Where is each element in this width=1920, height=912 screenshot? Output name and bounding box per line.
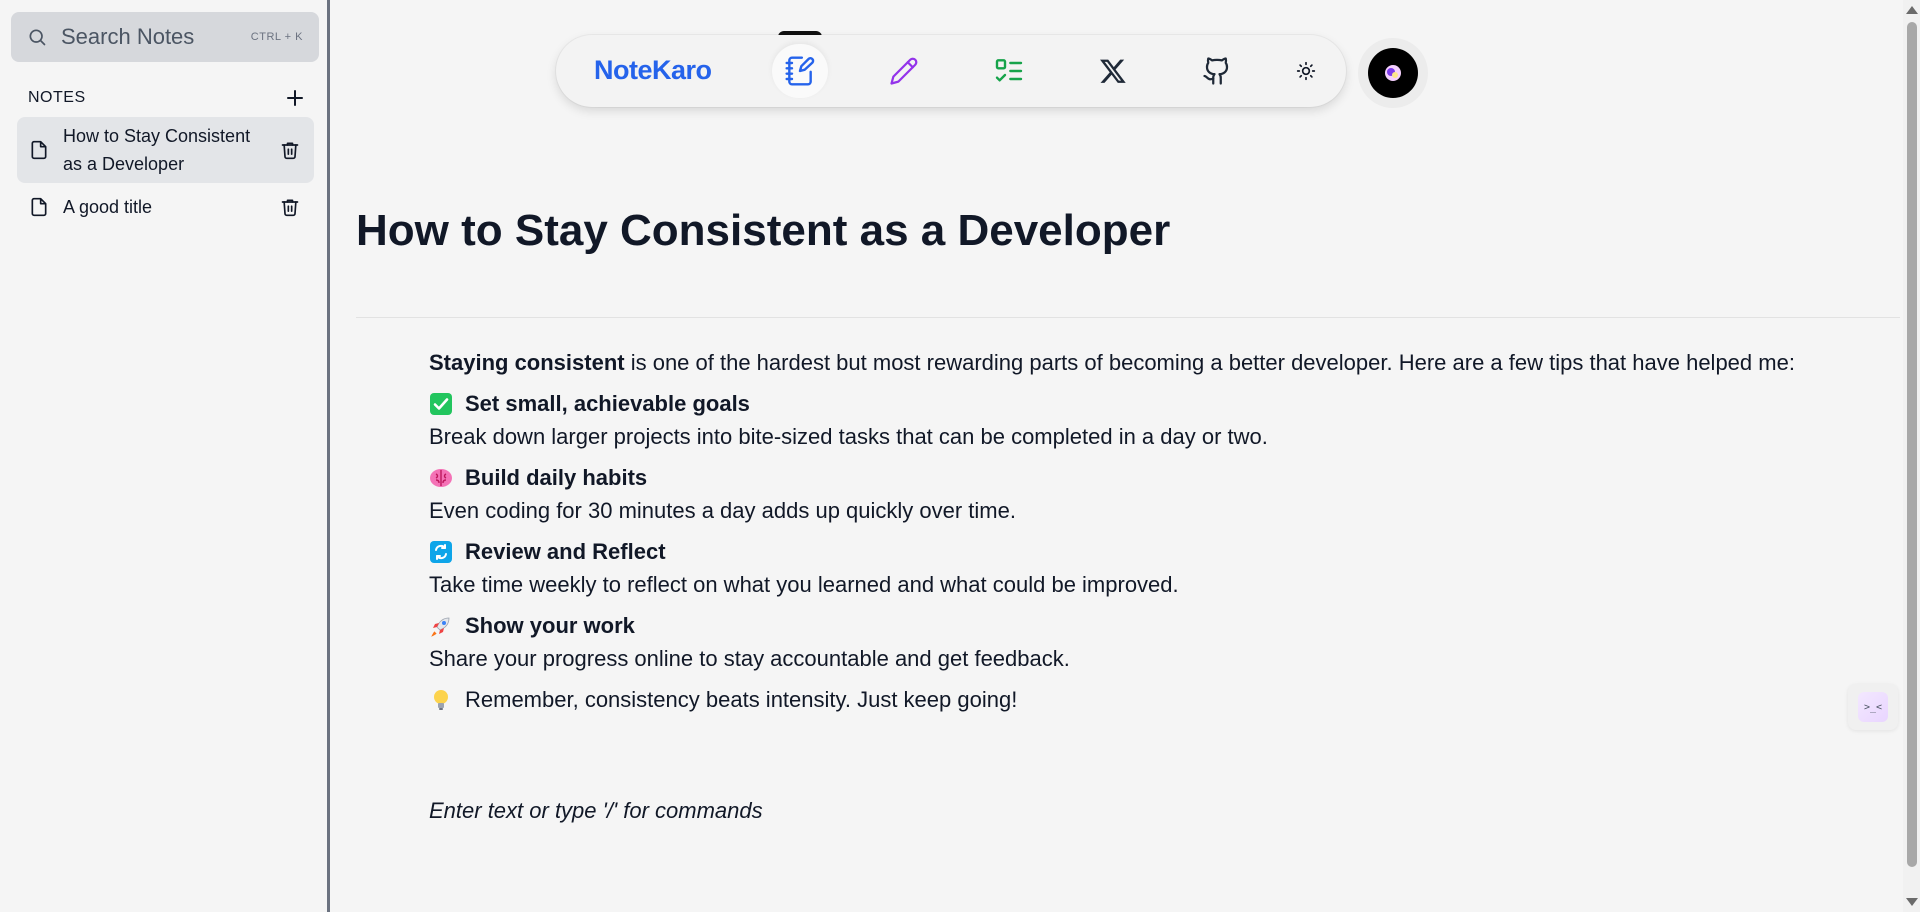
search-icon	[27, 26, 49, 48]
rocket-icon	[431, 617, 450, 637]
add-note-button[interactable]	[286, 88, 304, 108]
checklist-icon	[995, 59, 1023, 82]
delete-note-button[interactable]	[280, 196, 300, 218]
cycle-arrows-icon	[430, 540, 452, 563]
pencil-icon	[890, 57, 918, 85]
scrollbar-thumb[interactable]	[1907, 22, 1917, 867]
plus-icon	[287, 90, 303, 106]
tip-body: Take time weekly to reflect on what you …	[429, 572, 1179, 597]
check-mark-button-icon	[430, 392, 452, 415]
delete-note-button[interactable]	[280, 139, 300, 161]
notes-section-title: NOTES	[28, 89, 86, 106]
note-title[interactable]: How to Stay Consistent as a Developer	[356, 206, 1170, 256]
file-icon	[29, 139, 49, 161]
github-link-button[interactable]	[1189, 44, 1245, 98]
todo-tab-button[interactable]	[981, 44, 1037, 98]
user-menu-button[interactable]	[1358, 38, 1428, 108]
note-item-title: How to Stay Consistent as a Developer	[63, 122, 280, 178]
top-navigation: NoteKaro	[556, 35, 1346, 107]
avatar	[1368, 48, 1418, 98]
scroll-up-arrow[interactable]	[1906, 6, 1918, 14]
tip-heading: Review and Reflect	[429, 535, 1809, 568]
brain-icon	[430, 468, 452, 487]
tip-body: Break down larger projects into bite-siz…	[429, 424, 1268, 449]
tip-heading-text: Show your work	[465, 613, 635, 638]
search-shortcut-hint: CTRL + K	[250, 31, 303, 43]
note-item-a-good-title[interactable]: A good title	[17, 191, 314, 223]
avatar-image	[1385, 65, 1401, 81]
tip-heading-text: Build daily habits	[465, 465, 648, 490]
note-intro-paragraph: Staying consistent is one of the hardest…	[429, 346, 1809, 379]
x-link-button[interactable]	[1085, 44, 1141, 98]
note-title-line-2: as a Developer	[63, 154, 185, 174]
trash-icon	[281, 142, 299, 160]
github-icon	[1203, 57, 1229, 85]
notes-section-header: NOTES	[28, 88, 304, 108]
intro-bold-text: Staying consistent	[429, 350, 625, 375]
tip-heading: Show your work	[429, 609, 1809, 642]
tip-body: Share your progress online to stay accou…	[429, 646, 1070, 671]
notebook-pen-icon	[785, 56, 815, 86]
floating-helper-button[interactable]: >_<	[1848, 684, 1898, 730]
tip-heading-text: Set small, achievable goals	[465, 391, 750, 416]
tip-body: Even coding for 30 minutes a day adds up…	[429, 498, 1016, 523]
x-logo-icon	[1100, 59, 1126, 83]
note-item-title: A good title	[63, 197, 153, 217]
file-icon	[29, 196, 49, 218]
tip-heading-text: Review and Reflect	[465, 539, 666, 564]
intro-text: is one of the hardest but most rewarding…	[624, 350, 1795, 375]
trash-icon	[281, 199, 299, 217]
notes-tab-button[interactable]	[772, 44, 828, 98]
tip-heading: Set small, achievable goals	[429, 387, 1809, 420]
editor-placeholder[interactable]: Enter text or type '/' for commands	[429, 798, 763, 824]
sun-icon	[1296, 61, 1316, 81]
closing-text: Remember, consistency beats intensity. J…	[465, 687, 1018, 712]
vertical-scrollbar[interactable]	[1903, 0, 1920, 912]
note-editor-content[interactable]: Staying consistent is one of the hardest…	[429, 346, 1809, 716]
draw-tab-button[interactable]	[876, 44, 932, 98]
light-bulb-icon	[434, 689, 448, 710]
scroll-down-arrow[interactable]	[1906, 898, 1918, 906]
search-notes-label: Search Notes	[61, 24, 195, 49]
tip-heading: Build daily habits	[429, 461, 1809, 494]
note-title-line-1: How to Stay Consistent	[63, 126, 251, 146]
brand-logo[interactable]: NoteKaro	[594, 55, 712, 86]
closing-line: Remember, consistency beats intensity. J…	[429, 683, 1809, 716]
note-item-how-to-stay-consistent[interactable]: How to Stay Consistent as a Developer	[17, 117, 314, 183]
theme-toggle-button[interactable]	[1278, 44, 1334, 98]
helper-face-icon: >_<	[1858, 692, 1888, 722]
title-divider	[356, 317, 1900, 318]
sidebar: Search Notes CTRL + K NOTES How to Stay …	[0, 0, 330, 912]
search-notes-button[interactable]: Search Notes CTRL + K	[11, 12, 319, 62]
